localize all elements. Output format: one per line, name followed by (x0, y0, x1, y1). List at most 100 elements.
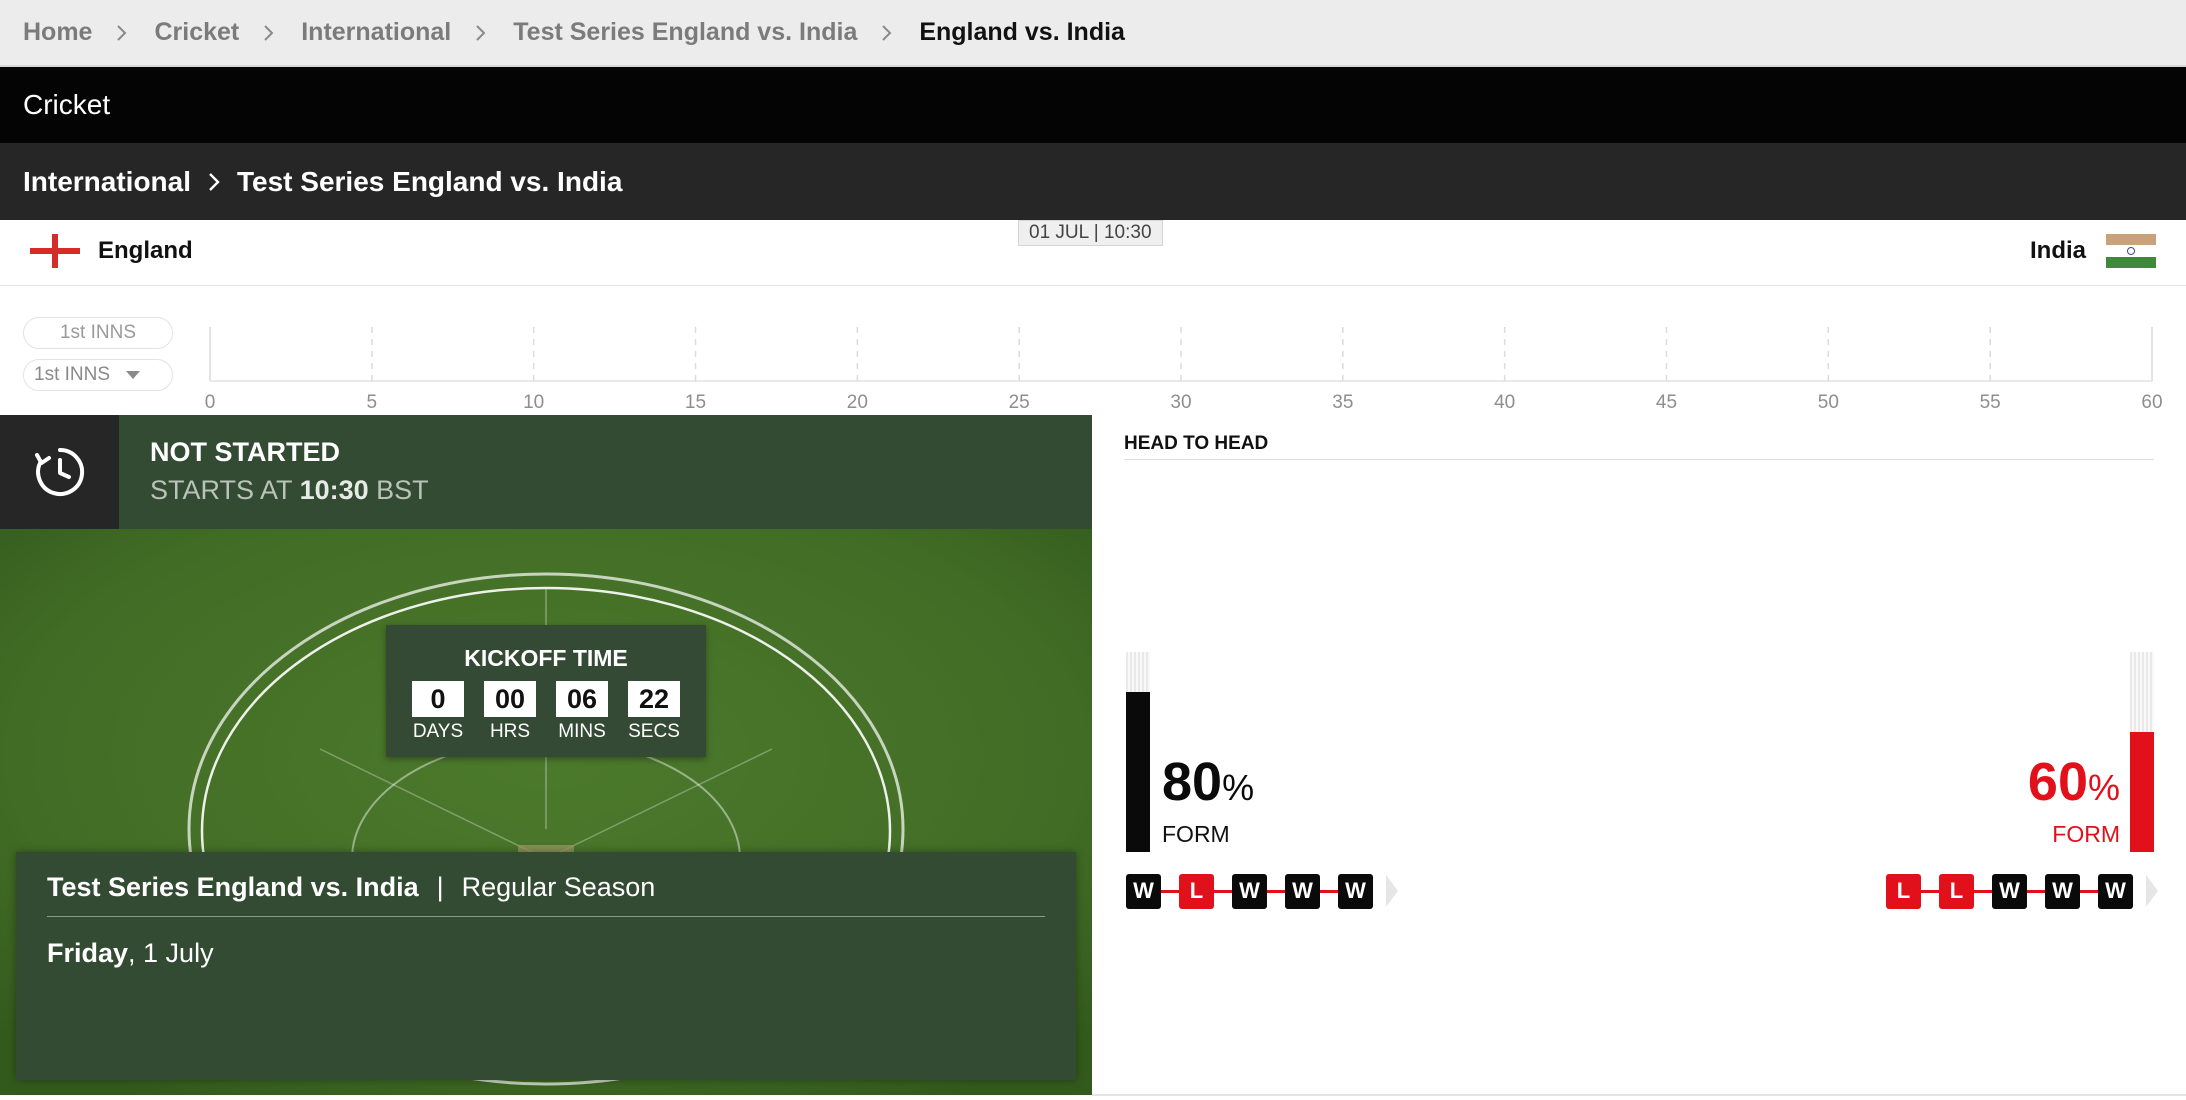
countdown-minutes-value: 06 (556, 681, 608, 717)
countdown-hours-label: HRS (489, 721, 531, 742)
result-badge: L (1179, 873, 1214, 909)
away-team[interactable]: India (2030, 234, 2156, 268)
countdown-seconds: 22 SECS (628, 681, 680, 743)
breadcrumb: Home Cricket International Test Series E… (0, 0, 2186, 67)
chevron-right-icon (471, 23, 491, 43)
competition-name[interactable]: Test Series England vs. India (237, 166, 622, 198)
kickoff-title: KICKOFF TIME (464, 645, 628, 671)
away-team-name: India (2029, 237, 2086, 264)
separator: | (436, 872, 444, 902)
countdown-hours-value: 00 (484, 681, 536, 717)
divider (47, 916, 1045, 917)
form-arrow-icon (1386, 875, 1398, 907)
match-status: NOT STARTED (150, 437, 340, 467)
axis-tick-label: 0 (205, 392, 216, 413)
result-connector (1267, 889, 1285, 893)
timezone: BST (376, 475, 429, 505)
countdown-minutes: 06 MINS (556, 681, 608, 743)
match-date: , 1 July (128, 938, 214, 968)
head-to-head-title: HEAD TO HEAD (1124, 433, 1269, 454)
countdown-days-value: 0 (412, 681, 464, 717)
result-badge: L (1886, 873, 1921, 909)
axis-tick-label: 40 (1494, 392, 1515, 413)
result-badge: L (1939, 873, 1974, 909)
axis-tick-label: 45 (1656, 392, 1677, 413)
axis-tick-label: 15 (685, 392, 706, 413)
match-day: Friday (47, 938, 129, 968)
home-form-bar (1126, 652, 1150, 852)
countdown-hours: 00 HRS (484, 681, 536, 743)
chevron-right-icon (112, 23, 132, 43)
result-badge: W (2098, 873, 2133, 909)
match-date-tag: 01 JUL | 10:30 (1018, 220, 1163, 246)
home-form-percent: 80% (1162, 755, 1254, 809)
away-form-results: LLWWW (1886, 873, 2158, 909)
home-team[interactable]: England (30, 234, 193, 268)
away-form-percent-symbol: % (2087, 767, 2120, 808)
home-form-label: FORM (1162, 821, 1230, 847)
chevron-right-icon (877, 23, 897, 43)
countdown-days-label: DAYS (412, 721, 464, 742)
chevron-right-icon (259, 23, 279, 43)
clock-icon (34, 447, 84, 496)
breadcrumb-home[interactable]: Home (23, 18, 92, 47)
competition-header: International Test Series England vs. In… (0, 143, 2186, 220)
chevron-right-icon (203, 171, 225, 193)
axis-tick-label: 35 (1332, 392, 1353, 413)
countdown-days: 0 DAYS (412, 681, 464, 743)
divider (1092, 1094, 2186, 1096)
start-time: 10:30 (299, 475, 369, 505)
axis-tick-label: 60 (2141, 392, 2162, 413)
axis-tick-label: 30 (1170, 392, 1191, 413)
away-form-bar (2130, 652, 2154, 852)
home-form-fill (1126, 692, 1150, 852)
divider (1124, 459, 2154, 460)
innings-axis: 0 5 10 15 20 25 30 35 40 45 50 55 60 (205, 327, 2163, 413)
result-connector (1161, 889, 1179, 893)
competition-parent[interactable]: International (23, 166, 191, 198)
home-form-value: 80 (1162, 752, 1223, 812)
head-to-head-panel: HEAD TO HEAD 80% FORM WLWWW 60% FORM LLW… (1092, 415, 2186, 1095)
breadcrumb-current-match: England vs. India (919, 18, 1125, 46)
countdown-seconds-label: SECS (628, 721, 680, 742)
result-connector (2027, 889, 2045, 893)
sport-header: Cricket (0, 67, 2186, 143)
match-info-card: Test Series England vs. India | Regular … (16, 852, 1076, 1080)
home-form-results: WLWWW (1126, 873, 1398, 909)
start-time-line: STARTS AT 10:30 BST (150, 475, 429, 506)
axis-tick-label: 55 (1980, 392, 2001, 413)
countdown-minutes-label: MINS (558, 721, 606, 742)
breadcrumb-cricket[interactable]: Cricket (154, 18, 239, 47)
status-bar: NOT STARTED STARTS AT 10:30 BST (0, 415, 1092, 529)
countdown-seconds-value: 22 (628, 681, 680, 717)
teams-row: England 01 JUL | 10:30 India (0, 220, 2186, 286)
result-connector (2080, 889, 2098, 893)
starts-at-label: STARTS AT (150, 475, 293, 505)
home-form-percent-symbol: % (1222, 767, 1255, 808)
result-badge: W (2045, 873, 2080, 909)
season-name: Regular Season (461, 872, 656, 902)
england-flag-icon (30, 234, 80, 268)
kickoff-countdown: KICKOFF TIME 0 DAYS 00 HRS 06 MINS 22 SE… (386, 625, 706, 757)
result-badge: W (1338, 873, 1373, 909)
result-connector (1974, 889, 1992, 893)
result-badge: W (1232, 873, 1267, 909)
axis-tick-label: 25 (1009, 392, 1030, 413)
axis-tick-label: 10 (523, 392, 544, 413)
axis-tick-label: 50 (1818, 392, 1839, 413)
away-form-percent: 60% (2028, 755, 2120, 809)
sport-title: Cricket (23, 89, 111, 120)
status-icon-box (0, 415, 119, 529)
result-connector (1921, 889, 1939, 893)
india-flag-icon (2106, 234, 2156, 268)
breadcrumb-international[interactable]: International (301, 18, 451, 47)
away-form-fill (2130, 732, 2154, 852)
series-name: Test Series England vs. India (47, 872, 419, 902)
innings-chart-section: 1st INNS 1st INNS 0 5 10 15 20 25 30 35 40 45 50 55… (0, 287, 2186, 415)
result-badge: W (1992, 873, 2027, 909)
axis-tick-label: 5 (367, 392, 378, 413)
match-date-line: Friday, 1 July (47, 938, 214, 969)
match-panel: NOT STARTED STARTS AT 10:30 BST KICKOFF … (0, 415, 1092, 1095)
result-connector (1320, 889, 1338, 893)
breadcrumb-series[interactable]: Test Series England vs. India (513, 18, 857, 47)
